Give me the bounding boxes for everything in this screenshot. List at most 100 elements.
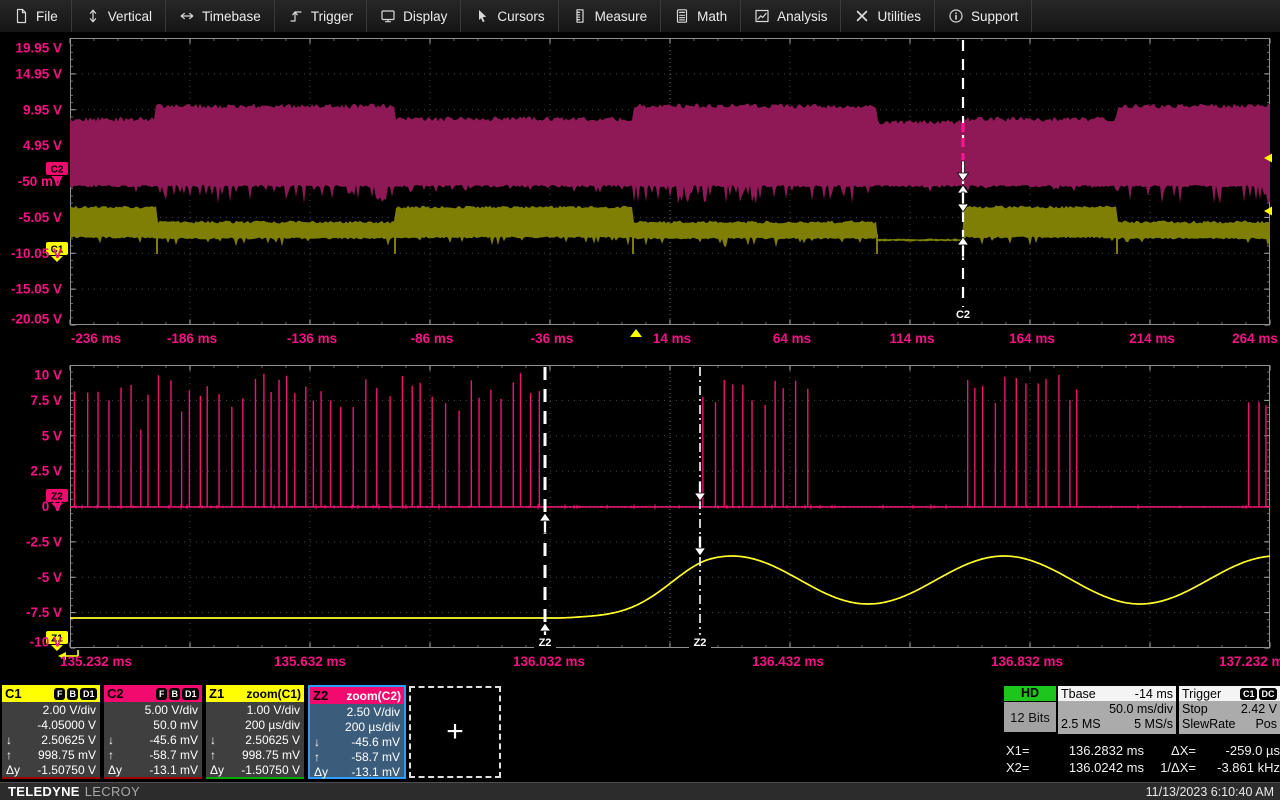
invdx-value: -3.861 kHz: [1196, 759, 1280, 776]
svg-text:136.432 ms: 136.432 ms: [752, 654, 824, 669]
menu-support[interactable]: Support: [935, 0, 1032, 32]
descriptor-z2[interactable]: Z2zoom(C2)2.50 V/div200 µs/div↓-45.6 mV↑…: [308, 685, 406, 779]
timebase-samplerate: 5 MS/s: [1134, 717, 1173, 732]
trigger-coupling-badge: DC: [1259, 688, 1277, 700]
menu-utilities[interactable]: Utilities: [841, 0, 935, 32]
menu-file[interactable]: File: [0, 0, 72, 32]
hd-bits: 12 Bits: [1004, 702, 1056, 732]
bottom-graticule: Z2Z2Z2Z110 V7.5 V5 V2.5 V0 V-2.5 V-5 V-7…: [0, 365, 1280, 680]
x1-label: X1=: [1002, 742, 1038, 759]
descriptor-line-value: 2.50625 V: [245, 733, 300, 747]
descriptor-z1[interactable]: Z1zoom(C1)1.00 V/div200 µs/div↓2.50625 V…: [206, 685, 304, 779]
menu-label: Utilities: [877, 9, 921, 24]
trigger-position-icon[interactable]: [630, 329, 642, 337]
menu-vertical[interactable]: Vertical: [72, 0, 166, 32]
cursor-arrow-down: [695, 481, 706, 501]
descriptor-badge-f: F: [156, 688, 167, 700]
descriptor-line-value: -58.7 mV: [351, 750, 400, 764]
menu-analysis[interactable]: Analysis: [741, 0, 841, 32]
trigger-header: Trigger C1 DC: [1179, 686, 1280, 701]
top-waveform-svg: C2C1C219.95 V14.95 V9.95 V4.95 V-50 mV-5…: [0, 38, 1280, 353]
svg-text:-10.05 V: -10.05 V: [11, 246, 62, 261]
display-icon: [380, 8, 396, 24]
descriptor-title: Z2: [313, 688, 328, 703]
svg-text:136.832 ms: 136.832 ms: [991, 654, 1063, 669]
trigger-mode: Stop: [1182, 702, 1208, 717]
plus-icon: +: [446, 715, 464, 749]
descriptor-line-prefix: Δy: [314, 765, 334, 779]
descriptor-line-value: -1.50750 V: [37, 763, 96, 777]
descriptor-line-value: -45.6 mV: [351, 735, 400, 749]
menu-bar: File Vertical Timebase TriggerDisplay Cursor…: [0, 0, 1280, 33]
menu-timebase[interactable]: Timebase: [166, 0, 275, 32]
menu-label: Timebase: [202, 9, 261, 24]
svg-text:136.032 ms: 136.032 ms: [513, 654, 585, 669]
top-graticule: C2C1C219.95 V14.95 V9.95 V4.95 V-50 mV-5…: [0, 38, 1280, 353]
x1-value: 136.2832 ms: [1038, 742, 1144, 759]
descriptor-subtitle: zoom(C2): [346, 689, 401, 703]
svg-text:64 ms: 64 ms: [773, 331, 811, 346]
add-trace-button[interactable]: +: [409, 686, 501, 778]
menu-label: File: [36, 9, 58, 24]
svg-text:-186 ms: -186 ms: [167, 331, 217, 346]
file-icon: [13, 8, 29, 24]
svg-text:C2: C2: [956, 309, 970, 321]
descriptor-badge-b: B: [169, 688, 181, 700]
menu-measure[interactable]: Measure: [559, 0, 662, 32]
descriptor-line-value: -45.6 mV: [149, 733, 198, 747]
descriptor-line-prefix: Δy: [6, 763, 26, 777]
menu-label: Measure: [595, 9, 648, 24]
brand-teledyne: TELEDYNE: [0, 784, 80, 799]
timebase-samples: 2.5 MS: [1061, 717, 1101, 732]
descriptor-subtitle: zoom(C1): [246, 687, 301, 701]
descriptor-title: Z1: [209, 686, 224, 701]
trigger-box[interactable]: Trigger C1 DC Stop 2.42 V SlewRate Pos: [1179, 686, 1280, 734]
descriptor-line-value: 50.0 mV: [153, 718, 198, 732]
menu-display[interactable]: Display: [367, 0, 461, 32]
menu-label: Analysis: [777, 9, 827, 24]
menu-label: Cursors: [497, 9, 544, 24]
x2-label: X2=: [1002, 759, 1038, 776]
descriptor-line-value: 200 µs/div: [245, 718, 300, 732]
dx-value: -259.0 µs: [1196, 742, 1280, 759]
descriptor-line-value: 5.00 V/div: [145, 703, 198, 717]
svg-text:-15.05 V: -15.05 V: [11, 282, 62, 297]
descriptor-badge-b: B: [67, 688, 79, 700]
descriptor-line-value: -4.05000 V: [37, 718, 96, 732]
x2-value: 136.0242 ms: [1038, 759, 1144, 776]
dx-label: ΔX=: [1144, 742, 1196, 759]
cursor-pointer-icon: [474, 8, 490, 24]
cursor-arrow-down: [695, 536, 706, 556]
svg-text:5 V: 5 V: [42, 428, 62, 443]
trigger-edge-icon: [288, 8, 304, 24]
menu-cursors[interactable]: Cursors: [461, 0, 558, 32]
svg-text:0 V: 0 V: [42, 499, 62, 514]
svg-text:135.232 ms: 135.232 ms: [60, 654, 132, 669]
descriptor-line-value: 2.50625 V: [41, 733, 96, 747]
descriptor-c1[interactable]: C1FBD12.00 V/div-4.05000 V↓2.50625 V↑998…: [2, 685, 100, 779]
descriptor-line-prefix: ↓: [314, 735, 334, 749]
svg-text:10 V: 10 V: [34, 368, 62, 383]
timebase-box[interactable]: Tbase -14 ms 50.0 ms/div 2.5 MS 5 MS/s: [1058, 686, 1176, 734]
svg-text:-136 ms: -136 ms: [287, 331, 337, 346]
svg-text:-5 V: -5 V: [37, 570, 62, 585]
descriptor-line-prefix: ↑: [108, 748, 128, 762]
ruler-icon: [572, 8, 588, 24]
svg-text:-5.05 V: -5.05 V: [18, 210, 62, 225]
descriptor-line-value: -1.50750 V: [241, 763, 300, 777]
svg-text:2.5 V: 2.5 V: [30, 464, 62, 479]
descriptor-line-prefix: ↑: [314, 750, 334, 764]
descriptor-c2[interactable]: C2FBD15.00 V/div50.0 mV↓-45.6 mV↑-58.7 m…: [104, 685, 202, 779]
vertical-arrows-icon: [85, 8, 101, 24]
menu-trigger[interactable]: Trigger: [275, 0, 367, 32]
descriptor-line-value: 2.50 V/div: [347, 705, 400, 719]
descriptor-badge-f: F: [54, 688, 65, 700]
svg-text:-50 mV: -50 mV: [18, 174, 62, 189]
menu-math[interactable]: Math: [661, 0, 741, 32]
svg-text:-10 V: -10 V: [30, 635, 62, 650]
descriptor-line-value: 2.00 V/div: [43, 703, 96, 717]
svg-text:164 ms: 164 ms: [1009, 331, 1055, 346]
timebase-body: 50.0 ms/div 2.5 MS 5 MS/s: [1058, 701, 1176, 734]
hd-indicator[interactable]: HD 12 Bits: [1004, 686, 1056, 732]
descriptor-line-prefix: Δy: [210, 763, 230, 777]
